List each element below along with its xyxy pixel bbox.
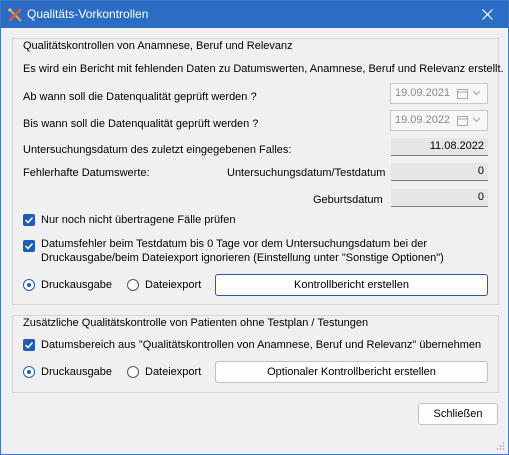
check-adopt-label: Datumsbereich aus "Qualitätskontrollen v… [41, 339, 482, 351]
exam-test-label: Untersuchungsdatum/Testdatum [227, 167, 386, 179]
from-date-label: Ab wann soll die Datenqualität geprüft w… [23, 91, 257, 103]
close-icon [482, 9, 493, 20]
birth-date-label: Geburtsdatum [313, 194, 383, 206]
last-exam-label: Untersuchungsdatum des zuletzt eingegebe… [23, 144, 292, 156]
radio-export-button-2[interactable] [127, 366, 139, 378]
checkbox-adopt-date-range[interactable] [23, 339, 35, 351]
check-untransmitted-label: Nur noch nicht übertragene Fälle prüfen [41, 214, 236, 226]
create-optional-report-button[interactable]: Optionaler Kontrollbericht erstellen [215, 361, 488, 383]
birth-date-value: 0 [477, 191, 484, 203]
title-bar[interactable]: Qualitäts-Vorkontrollen [1, 1, 508, 28]
to-date-label: Bis wann soll die Datenqualität geprüft … [23, 118, 259, 130]
checkmark-icon [24, 242, 34, 250]
exam-test-value: 0 [477, 165, 484, 177]
window-title: Qualitäts-Vorkontrollen [27, 7, 149, 21]
to-date-picker[interactable]: 19.09.2022 [390, 110, 488, 131]
dialog-window: Qualitäts-Vorkontrollen Qualitätskontrol… [0, 0, 509, 455]
radio-print-button[interactable] [23, 279, 35, 291]
checkmark-icon [24, 341, 34, 349]
chevron-down-icon [472, 90, 481, 96]
faulty-dates-label: Fehlerhafte Datumswerte: [23, 167, 150, 179]
close-button[interactable]: Schließen [418, 403, 498, 425]
radio-print-button-2[interactable] [23, 366, 35, 378]
resize-grip-icon[interactable] [495, 441, 505, 451]
check-ignore-label-line1: Datumsfehler beim Testdatum bis 0 Tage v… [41, 238, 428, 250]
close-window-button[interactable] [468, 1, 508, 28]
exam-test-field: 0 [391, 163, 488, 181]
calendar-icon [457, 89, 468, 99]
birth-date-field: 0 [391, 189, 488, 207]
description-text: Es wird ein Bericht mit fehlenden Daten … [23, 63, 504, 75]
from-date-picker[interactable]: 19.09.2021 [390, 83, 488, 104]
tools-icon [7, 7, 23, 23]
radio-export-button[interactable] [127, 279, 139, 291]
calendar-icon [457, 116, 468, 126]
radio-print-label: Druckausgabe [41, 279, 112, 291]
checkbox-untransmitted[interactable] [23, 214, 35, 226]
group-title-additional: Zusätzliche Qualitätskontrolle von Patie… [23, 317, 369, 329]
radio-export-label-2: Dateiexport [145, 366, 202, 378]
check-ignore-label-line2: Druckausgabe/beim Dateiexport ignorieren… [41, 252, 444, 264]
from-date-value: 19.09.2021 [395, 87, 451, 99]
create-report-button[interactable]: Kontrollbericht erstellen [215, 274, 488, 296]
group-title-quality-control: Qualitätskontrollen von Anamnese, Beruf … [23, 40, 293, 52]
to-date-value: 19.09.2022 [395, 114, 451, 126]
chevron-down-icon [472, 117, 481, 123]
radio-export-label: Dateiexport [145, 279, 202, 291]
radio-print-label-2: Druckausgabe [41, 366, 112, 378]
last-exam-field: 11.08.2022 [391, 138, 488, 156]
checkbox-ignore-date-errors[interactable] [23, 240, 35, 252]
checkmark-icon [24, 216, 34, 224]
last-exam-value: 11.08.2022 [429, 140, 484, 152]
